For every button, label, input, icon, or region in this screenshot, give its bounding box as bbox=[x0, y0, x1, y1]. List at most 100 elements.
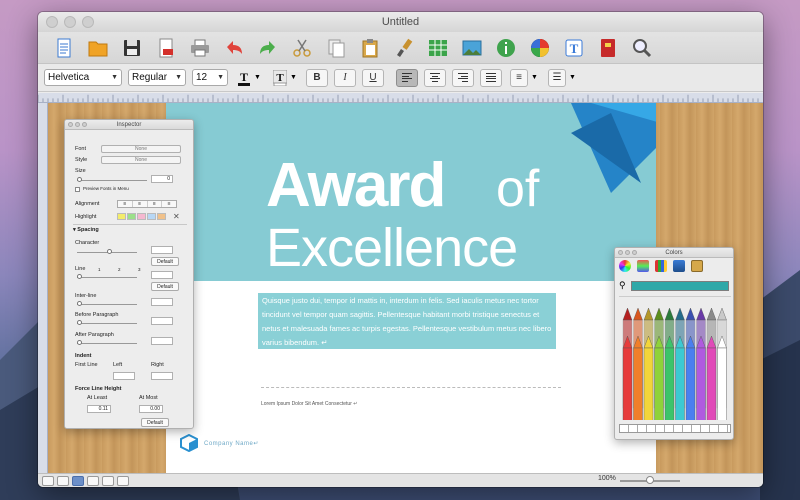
align-right-button[interactable] bbox=[452, 68, 474, 87]
minimize-window-button[interactable] bbox=[64, 16, 76, 28]
undo-button[interactable] bbox=[222, 36, 246, 60]
italic-button[interactable]: I bbox=[334, 68, 356, 87]
size-slider-knob[interactable] bbox=[77, 177, 82, 182]
highlight-swatch[interactable] bbox=[127, 213, 136, 220]
crayon[interactable] bbox=[633, 347, 643, 420]
highlight-swatch[interactable] bbox=[157, 213, 166, 220]
company-name[interactable]: Company Name↵ bbox=[204, 440, 259, 447]
alignment-segmented-control[interactable]: ≡ ≡ ≡ ≡ bbox=[117, 200, 177, 208]
spacing-section-header[interactable]: ▾ Spacing bbox=[73, 227, 99, 233]
print-button[interactable] bbox=[188, 36, 212, 60]
crayon-tip[interactable] bbox=[633, 308, 643, 321]
zoom-panel-button[interactable] bbox=[82, 122, 87, 127]
color-palettes-tab[interactable] bbox=[655, 260, 667, 272]
interline-slider-knob[interactable] bbox=[77, 301, 82, 306]
colors-button[interactable] bbox=[528, 36, 552, 60]
crayon-tip[interactable] bbox=[717, 308, 727, 321]
before-paragraph-knob[interactable] bbox=[77, 320, 82, 325]
inspector-font-select[interactable]: None bbox=[101, 145, 181, 153]
clear-highlight-icon[interactable]: ✕ bbox=[173, 212, 180, 221]
fonts-button[interactable]: T bbox=[562, 36, 586, 60]
redo-button[interactable] bbox=[256, 36, 280, 60]
left-indent-field[interactable] bbox=[113, 372, 135, 380]
crayon-tip[interactable] bbox=[675, 308, 685, 321]
line-slider-knob[interactable] bbox=[77, 274, 82, 279]
heading-award[interactable]: Award bbox=[266, 155, 446, 217]
crayon-tip[interactable] bbox=[696, 308, 706, 321]
zoom-slider-knob[interactable] bbox=[646, 476, 654, 484]
selected-body-text[interactable]: Quisque justo dui, tempor id mattis in, … bbox=[258, 293, 556, 349]
numbered-list-button[interactable]: ≡ ▼ bbox=[508, 66, 540, 90]
crayon-tip[interactable] bbox=[664, 308, 675, 321]
after-paragraph-field[interactable] bbox=[151, 337, 173, 345]
after-paragraph-knob[interactable] bbox=[77, 340, 82, 345]
force-line-default-button[interactable]: Default bbox=[141, 418, 169, 427]
view-mode-button-4[interactable] bbox=[87, 475, 99, 486]
view-mode-button-2[interactable] bbox=[57, 475, 69, 486]
bold-button[interactable]: B bbox=[306, 68, 328, 87]
crayons-tab[interactable] bbox=[691, 260, 703, 272]
crayon-tip[interactable] bbox=[706, 308, 717, 321]
paste-button[interactable] bbox=[358, 36, 382, 60]
document-page[interactable]: Award of Excellence Quisque justo dui, t… bbox=[166, 103, 656, 473]
info-button[interactable] bbox=[494, 36, 518, 60]
highlight-swatch[interactable] bbox=[137, 213, 146, 220]
crayon-tip[interactable] bbox=[654, 308, 664, 321]
inspector-style-select[interactable]: None bbox=[101, 156, 181, 164]
line-slider[interactable] bbox=[77, 277, 137, 278]
footer-text[interactable]: Lorem Ipsum Dolor Sit Amet Consectetur ↵ bbox=[261, 401, 357, 407]
crayon-tip[interactable] bbox=[622, 308, 633, 321]
justify-icon[interactable]: ≡ bbox=[162, 201, 176, 207]
preview-fonts-checkbox[interactable] bbox=[75, 187, 80, 192]
crayon-tip[interactable] bbox=[685, 308, 696, 321]
highlight-color-button[interactable]: T ▼ bbox=[270, 66, 300, 90]
insert-table-button[interactable] bbox=[426, 36, 450, 60]
inspector-title-bar[interactable]: Inspector bbox=[65, 120, 193, 130]
color-sliders-tab[interactable] bbox=[637, 260, 649, 272]
at-most-field[interactable]: 0.00 bbox=[139, 405, 163, 413]
cut-button[interactable] bbox=[290, 36, 314, 60]
crayon[interactable] bbox=[675, 347, 685, 420]
crayon-tip[interactable] bbox=[643, 308, 654, 321]
insert-image-button[interactable] bbox=[460, 36, 484, 60]
text-color-button[interactable]: T ▼ bbox=[234, 66, 264, 90]
highlight-swatch[interactable] bbox=[147, 213, 156, 220]
crayon[interactable] bbox=[622, 347, 633, 420]
justify-button[interactable] bbox=[480, 68, 502, 87]
crayon[interactable] bbox=[664, 347, 675, 420]
new-document-button[interactable] bbox=[52, 36, 76, 60]
after-paragraph-slider[interactable] bbox=[77, 343, 137, 344]
export-pdf-button[interactable] bbox=[154, 36, 178, 60]
view-mode-button-5[interactable] bbox=[102, 475, 114, 486]
font-style-select[interactable]: Regular ▼ bbox=[128, 69, 186, 86]
align-right-icon[interactable]: ≡ bbox=[148, 201, 163, 207]
line-default-button[interactable]: Default bbox=[151, 282, 179, 291]
interline-slider[interactable] bbox=[77, 304, 137, 305]
bullet-list-button[interactable]: ☰ ▼ bbox=[546, 66, 578, 90]
crayon-box[interactable] bbox=[621, 308, 729, 420]
highlight-swatch[interactable] bbox=[117, 213, 126, 220]
selected-color-swatch[interactable] bbox=[631, 281, 729, 291]
character-slider-knob[interactable] bbox=[107, 249, 112, 254]
close-panel-button[interactable] bbox=[618, 250, 623, 255]
save-button[interactable] bbox=[120, 36, 144, 60]
dictionary-button[interactable] bbox=[596, 36, 620, 60]
heading-excellence[interactable]: Excellence bbox=[266, 221, 518, 275]
view-mode-button-1[interactable] bbox=[42, 475, 54, 486]
font-size-select[interactable]: 12 ▼ bbox=[192, 69, 228, 86]
crayon[interactable] bbox=[685, 347, 696, 420]
underline-button[interactable]: U bbox=[362, 68, 384, 87]
company-logo-block[interactable]: Company Name↵ bbox=[180, 434, 259, 452]
crayon[interactable] bbox=[706, 347, 717, 420]
colors-title-bar[interactable]: Colors bbox=[615, 248, 733, 258]
view-mode-button-6[interactable] bbox=[117, 475, 129, 486]
align-left-icon[interactable]: ≡ bbox=[118, 201, 133, 207]
align-center-icon[interactable]: ≡ bbox=[133, 201, 148, 207]
at-least-field[interactable]: 0.11 bbox=[87, 405, 111, 413]
vertical-ruler[interactable] bbox=[38, 103, 48, 473]
close-panel-button[interactable] bbox=[68, 122, 73, 127]
magnifier-icon[interactable]: ⚲ bbox=[619, 280, 626, 291]
zoom-panel-button[interactable] bbox=[632, 250, 637, 255]
right-indent-field[interactable] bbox=[151, 372, 173, 380]
size-field[interactable]: 0 bbox=[151, 175, 173, 183]
